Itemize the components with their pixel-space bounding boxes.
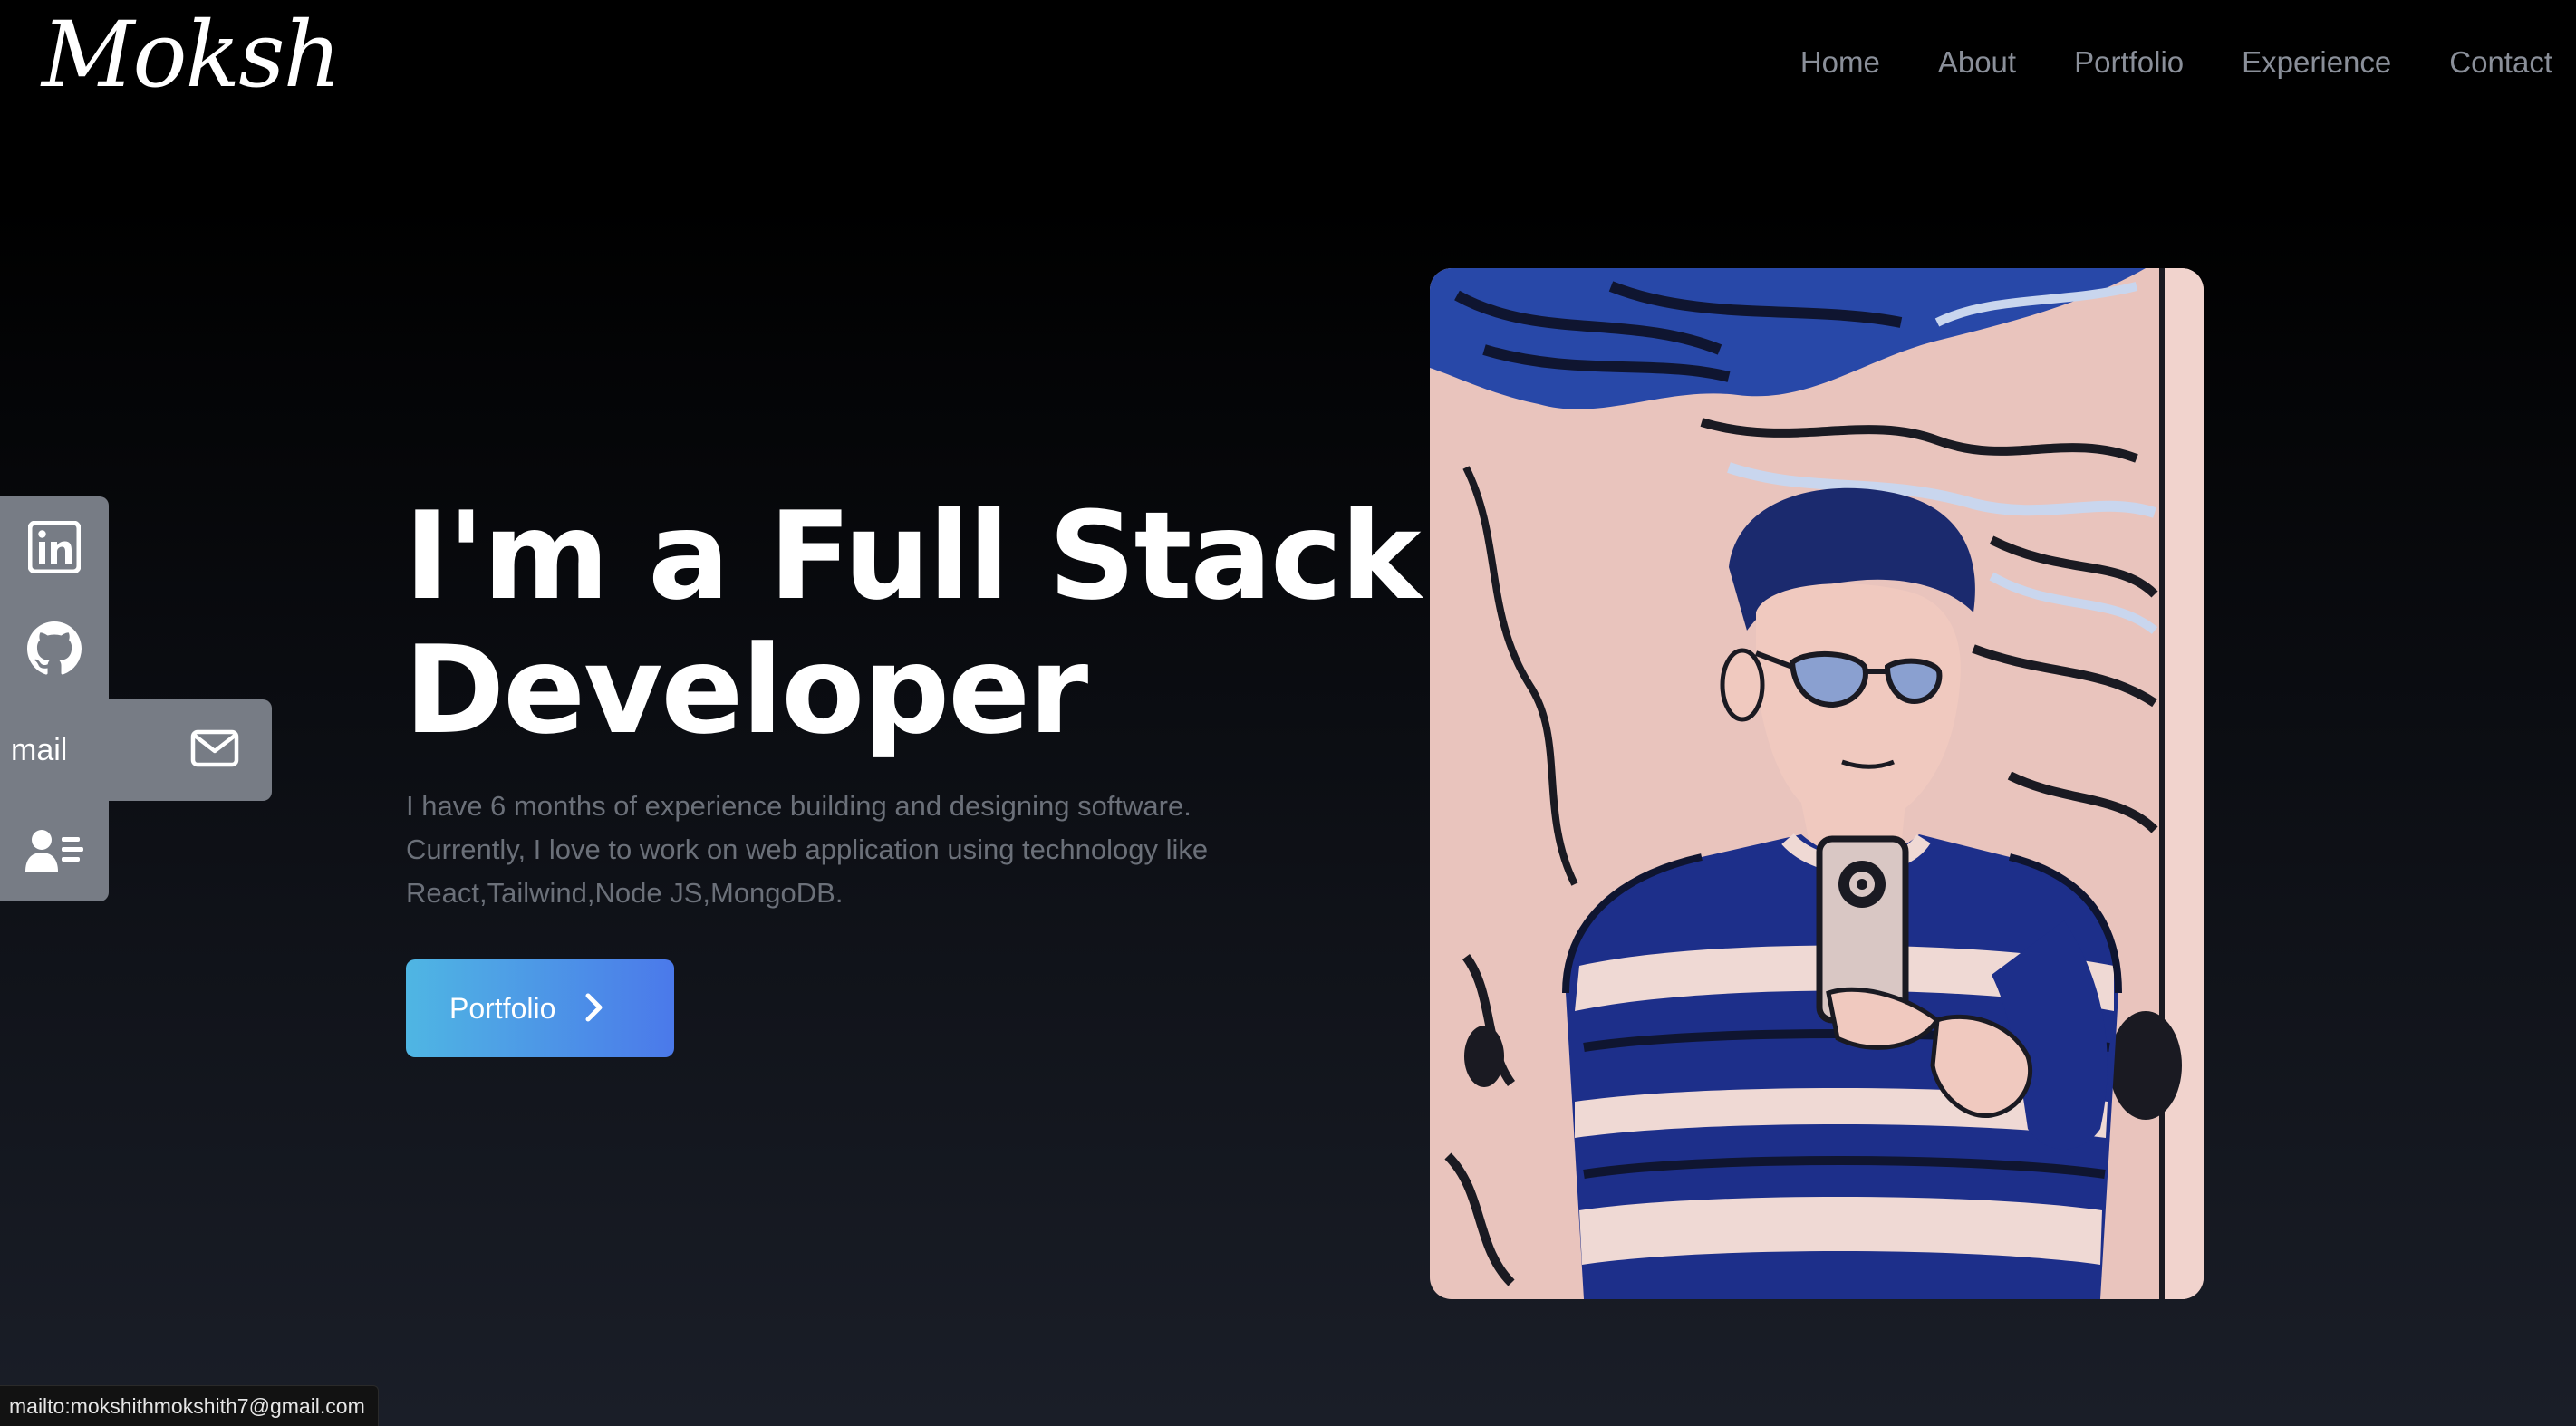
chevron-right-icon bbox=[584, 993, 604, 1025]
portfolio-button[interactable]: Portfolio bbox=[406, 959, 674, 1057]
nav-home-link[interactable]: Home bbox=[1800, 45, 1880, 80]
linkedin-link[interactable] bbox=[0, 496, 109, 598]
resume-icon bbox=[25, 828, 83, 873]
mail-icon bbox=[190, 729, 239, 771]
linkedin-icon bbox=[28, 521, 81, 573]
github-link[interactable] bbox=[0, 598, 109, 699]
resume-link[interactable] bbox=[0, 800, 109, 901]
status-bar-url: mailto:mokshithmokshith7@gmail.com bbox=[0, 1385, 379, 1426]
hero-title-line-2: Developer bbox=[404, 620, 1088, 761]
profile-portrait-image bbox=[1430, 268, 2204, 1299]
hero-title-line-1: I'm a Full Stack bbox=[404, 486, 1422, 627]
main-nav: Home About Portfolio Experience Contact bbox=[1800, 45, 2552, 80]
portfolio-button-label: Portfolio bbox=[449, 991, 556, 1025]
nav-about-link[interactable]: About bbox=[1938, 45, 2016, 80]
hero-title: I'm a Full Stack Developer bbox=[404, 486, 1422, 761]
nav-contact-link[interactable]: Contact bbox=[2449, 45, 2552, 80]
github-icon bbox=[27, 621, 82, 676]
hero-description: I have 6 months of experience building a… bbox=[406, 790, 1209, 909]
nav-experience-link[interactable]: Experience bbox=[2242, 45, 2391, 80]
mail-link[interactable]: mail bbox=[0, 699, 272, 801]
mail-label: mail bbox=[11, 732, 68, 767]
site-logo[interactable]: Moksh bbox=[42, 5, 342, 105]
nav-portfolio-link[interactable]: Portfolio bbox=[2074, 45, 2184, 80]
